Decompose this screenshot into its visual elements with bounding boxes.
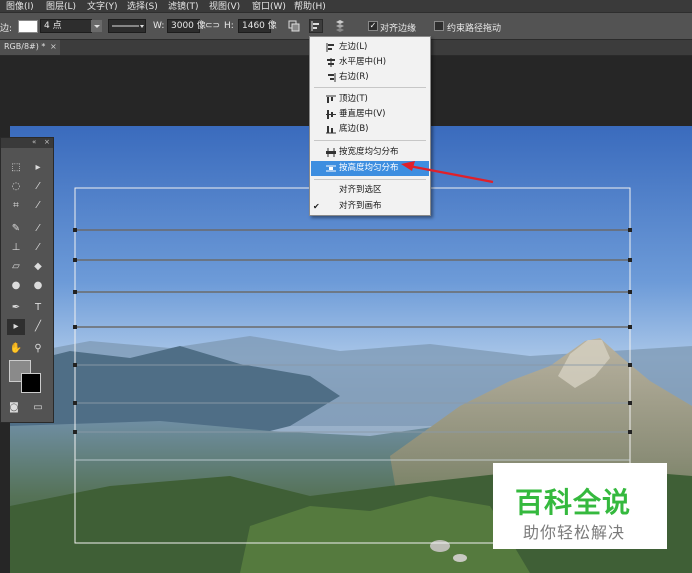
align-vcenter-icon: [326, 110, 336, 119]
healing-brush-tool-icon[interactable]: ✎: [7, 221, 25, 237]
screen-mode-icon[interactable]: ▭: [29, 400, 47, 416]
menu-layer[interactable]: 图层(L): [46, 0, 76, 12]
clone-stamp-tool-icon[interactable]: ⊥: [7, 240, 25, 256]
align-vcenter-label: 垂直居中(V): [339, 109, 386, 119]
history-brush-tool-icon[interactable]: ⁄: [29, 240, 47, 256]
stroke-color-swatch[interactable]: [18, 20, 38, 33]
tools-panel-header: « ×: [1, 138, 53, 148]
align-bottom-icon: [326, 126, 336, 134]
align-right-icon: [328, 73, 336, 82]
dodge-tool-icon[interactable]: ●: [29, 278, 47, 294]
marquee-tool-icon[interactable]: ⬚: [7, 160, 25, 176]
align-bottom-item[interactable]: 底边(B): [311, 122, 429, 137]
height-field[interactable]: 1460 像: [238, 19, 277, 33]
stroke-size-dropdown-icon[interactable]: [91, 20, 102, 32]
close-panel-icon[interactable]: ×: [44, 138, 50, 146]
watermark-box: 百科全说 助你轻松解决: [493, 463, 667, 549]
align-top-icon: [326, 95, 336, 103]
menu-view[interactable]: 视图(V): [209, 0, 240, 12]
align-left-item[interactable]: 左边(L): [311, 40, 429, 55]
menu-image[interactable]: 图像(I): [6, 0, 34, 12]
document-tab-label: RGB/8#) *: [4, 42, 46, 51]
hand-tool-icon[interactable]: ✋: [7, 341, 25, 357]
align-right-item[interactable]: 右边(R): [311, 70, 429, 85]
path-alignment-icon[interactable]: [309, 19, 323, 33]
stroke-size-field[interactable]: 4 点: [40, 19, 92, 33]
menu-filter[interactable]: 滤镜(T): [168, 0, 199, 12]
menu-bar: 图像(I) 图层(L) 文字(Y) 选择(S) 滤镜(T) 视图(V) 窗口(W…: [0, 0, 692, 12]
move-tool-icon[interactable]: ▸: [29, 160, 47, 176]
align-left-icon: [326, 43, 334, 52]
stroke-type-dropdown[interactable]: [108, 19, 146, 33]
width-label: W:: [153, 21, 165, 31]
align-to-canvas-item[interactable]: ✔ 对齐到画布: [311, 199, 429, 214]
align-edges-checkbox[interactable]: ✓: [368, 21, 378, 31]
align-hcenter-item[interactable]: 水平居中(H): [311, 55, 429, 70]
link-icon[interactable]: ⊂⊃: [205, 21, 220, 31]
menu-select[interactable]: 选择(S): [127, 0, 158, 12]
eraser-tool-icon[interactable]: ▱: [7, 259, 25, 275]
path-selection-tool-icon[interactable]: ▸: [7, 319, 25, 335]
align-top-label: 顶边(T): [339, 94, 368, 104]
distribute-height-icon: [326, 165, 336, 172]
menu-separator: [314, 140, 426, 141]
constrain-path-label: 约束路径拖动: [447, 24, 502, 34]
distribute-width-icon: [326, 148, 336, 157]
width-field[interactable]: 3000 像: [167, 19, 206, 33]
menu-help[interactable]: 帮助(H): [294, 0, 326, 12]
menu-window[interactable]: 窗口(W): [252, 0, 286, 12]
menu-type[interactable]: 文字(Y): [87, 0, 118, 12]
path-arrangement-icon[interactable]: [333, 19, 347, 33]
brush-tool-icon[interactable]: ⁄: [29, 221, 47, 237]
close-tab-icon[interactable]: ×: [50, 42, 57, 51]
pen-tool-icon[interactable]: ✒: [7, 300, 25, 316]
align-edges-label: 对齐边缘: [380, 24, 417, 34]
watermark-title: 百科全说: [515, 486, 632, 519]
distribute-width-label: 按宽度均匀分布: [339, 147, 399, 157]
collapse-panel-icon[interactable]: «: [32, 138, 36, 146]
lasso-tool-icon[interactable]: ◌: [7, 179, 25, 195]
document-tab[interactable]: RGB/8#) * ×: [0, 40, 60, 55]
height-label: H:: [224, 21, 234, 31]
quick-mask-icon[interactable]: ◙: [5, 400, 23, 416]
align-vcenter-item[interactable]: 垂直居中(V): [311, 107, 429, 122]
align-right-label: 右边(R): [339, 72, 369, 82]
path-operations-icon[interactable]: [287, 19, 301, 33]
align-top-item[interactable]: 顶边(T): [311, 92, 429, 107]
zoom-tool-icon[interactable]: ⚲: [29, 341, 47, 357]
paint-bucket-tool-icon[interactable]: ◆: [29, 259, 47, 275]
menu-separator: [314, 87, 426, 88]
stroke-label: 边:: [0, 24, 13, 34]
eyedropper-tool-icon[interactable]: ⁄: [29, 198, 47, 214]
type-tool-icon[interactable]: T: [29, 300, 47, 316]
align-left-label: 左边(L): [339, 42, 368, 52]
quick-select-tool-icon[interactable]: ⁄: [29, 179, 47, 195]
line-tool-icon[interactable]: ╱: [29, 319, 47, 335]
align-to-canvas-label: 对齐到画布: [339, 201, 382, 211]
red-arrow-icon: [401, 161, 494, 184]
tools-panel: « × ⬚ ▸ ◌ ⁄ ⌗ ⁄ ✎ ⁄ ⊥ ⁄ ▱ ◆ ● ● ✒ T ▸ ╱ …: [0, 137, 54, 423]
distribute-height-label: 按高度均匀分布: [339, 163, 399, 173]
align-hcenter-icon: [327, 58, 335, 67]
checkmark-icon: ✔: [313, 202, 320, 211]
background-color-swatch[interactable]: [21, 373, 41, 393]
align-bottom-label: 底边(B): [339, 124, 369, 134]
align-to-selection-label: 对齐到选区: [339, 185, 382, 195]
constrain-path-checkbox[interactable]: [434, 21, 444, 31]
path-alignment-menu: 左边(L) 水平居中(H) 右边(R) 顶边(T) 垂直居中(V) 底边(B) …: [309, 36, 431, 216]
watermark-subtitle: 助你轻松解决: [523, 523, 626, 542]
crop-tool-icon[interactable]: ⌗: [7, 198, 25, 214]
blur-tool-icon[interactable]: ●: [7, 278, 25, 294]
align-hcenter-label: 水平居中(H): [339, 57, 387, 67]
